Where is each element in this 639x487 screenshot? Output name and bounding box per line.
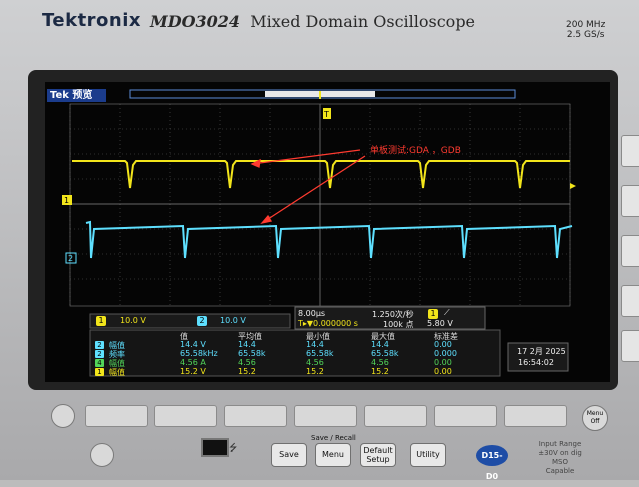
ch1-scale-badge[interactable]: 1 (96, 316, 106, 326)
meas-row-max: 15.2 (371, 367, 389, 376)
time-readout: 16:54:02 (518, 358, 554, 367)
save-button[interactable]: Save (271, 443, 307, 467)
spec-sample-rate: 2.5 GS/s (566, 30, 605, 40)
usb-icon: ⭍ (229, 443, 238, 454)
meas-row-value: 65.58kHz (180, 349, 218, 358)
meas-row-max: 4.56 (371, 358, 389, 367)
softkey-5[interactable] (364, 405, 427, 427)
meas-row-name: 幅值 (109, 368, 125, 377)
softkey-7[interactable] (504, 405, 567, 427)
meas-row-max: 65.58k (371, 349, 399, 358)
model-number: MDO3024 (150, 12, 241, 31)
meas-row-min: 4.56 (306, 358, 324, 367)
mso-label: Input Range ±30V on dig MSO Capable (530, 440, 590, 476)
trigger-slope-icon: ⟋ (444, 308, 450, 317)
meas-row-channel: 1 (95, 368, 104, 376)
ch2-scale-badge[interactable]: 2 (197, 316, 207, 326)
meas-row-value: 14.4 V (180, 340, 206, 349)
menu-knob-left[interactable] (51, 404, 75, 428)
meas-row-mean: 65.58k (238, 349, 266, 358)
mso-capable-text: Capable (545, 467, 575, 475)
meas-row-min: 65.58k (306, 349, 334, 358)
annotation-text: 单板测试:GDA ，GDB (370, 146, 461, 156)
power-button[interactable] (90, 443, 114, 467)
timebase: 8.00µs (298, 309, 326, 318)
meas-row-channel: 2 (95, 350, 104, 358)
menu-off-label-1: Menu (586, 410, 604, 417)
trigger-level: 5.80 V (427, 319, 453, 328)
softkey-4[interactable] (294, 405, 357, 427)
model-title: MDO3024 Mixed Domain Oscilloscope (150, 12, 475, 31)
meas-row-stdev: 0.00 (434, 340, 452, 349)
side-button-5[interactable] (621, 330, 639, 362)
default-setup-label-2: Setup (366, 455, 390, 464)
default-setup-label-1: Default (363, 446, 393, 455)
ch1-scale: 10.0 V (120, 316, 146, 325)
meas-row-mean: 15.2 (238, 367, 256, 376)
softkey-1[interactable] (85, 405, 148, 427)
record-length: 100k 点 (383, 320, 414, 329)
menu-off-label-2: Off (590, 418, 600, 425)
mode-label: Tek 预览 (47, 89, 106, 102)
softkey-3[interactable] (224, 405, 287, 427)
usb-port (201, 438, 229, 457)
side-button-4[interactable] (621, 285, 639, 317)
spec-bandwidth: 200 MHz (566, 20, 606, 30)
meas-row-channel: 4 (95, 359, 104, 367)
brand-logo: Tektronix (42, 10, 142, 31)
save-recall-label: Save / Recall (311, 434, 356, 442)
menu-button[interactable]: Menu (315, 443, 351, 467)
mso-text: MSO (552, 458, 568, 466)
softkey-2[interactable] (154, 405, 217, 427)
trigger-source: 1 (428, 309, 438, 319)
meas-row-stdev: 0.00 (434, 367, 452, 376)
side-button-3[interactable] (621, 235, 639, 267)
spec-label: 200 MHz 2.5 GS/s (566, 20, 605, 40)
ch2-scale: 10.0 V (220, 316, 246, 325)
date-readout: 17 2月 2025 (517, 347, 566, 356)
menu-off-button[interactable]: Menu Off (582, 405, 608, 431)
meas-row-mean: 14.4 (238, 340, 256, 349)
default-setup-button[interactable]: Default Setup (360, 443, 396, 467)
side-button-2[interactable] (621, 185, 639, 217)
side-button-1[interactable] (621, 135, 639, 167)
meas-row-value: 15.2 V (180, 367, 206, 376)
meas-row-stdev: 0.00 (434, 358, 452, 367)
meas-row-min: 14.4 (306, 340, 324, 349)
mso-range-label: Input Range ±30V on dig (538, 440, 582, 457)
meas-row-min: 15.2 (306, 367, 324, 376)
meas-row-channel: 2 (95, 341, 104, 349)
meas-row-mean: 4.56 (238, 358, 256, 367)
meas-row-max: 14.4 (371, 340, 389, 349)
utility-button[interactable]: Utility (410, 443, 446, 467)
model-description: Mixed Domain Oscilloscope (250, 12, 476, 31)
meas-row-value: 4.56 A (180, 358, 206, 367)
softkey-6[interactable] (434, 405, 497, 427)
d15-d0-button[interactable]: D15-D0 (476, 445, 508, 481)
meas-row-stdev: 0.000 (434, 349, 457, 358)
trigger-position: T▸▼0.000000 s (298, 319, 358, 328)
